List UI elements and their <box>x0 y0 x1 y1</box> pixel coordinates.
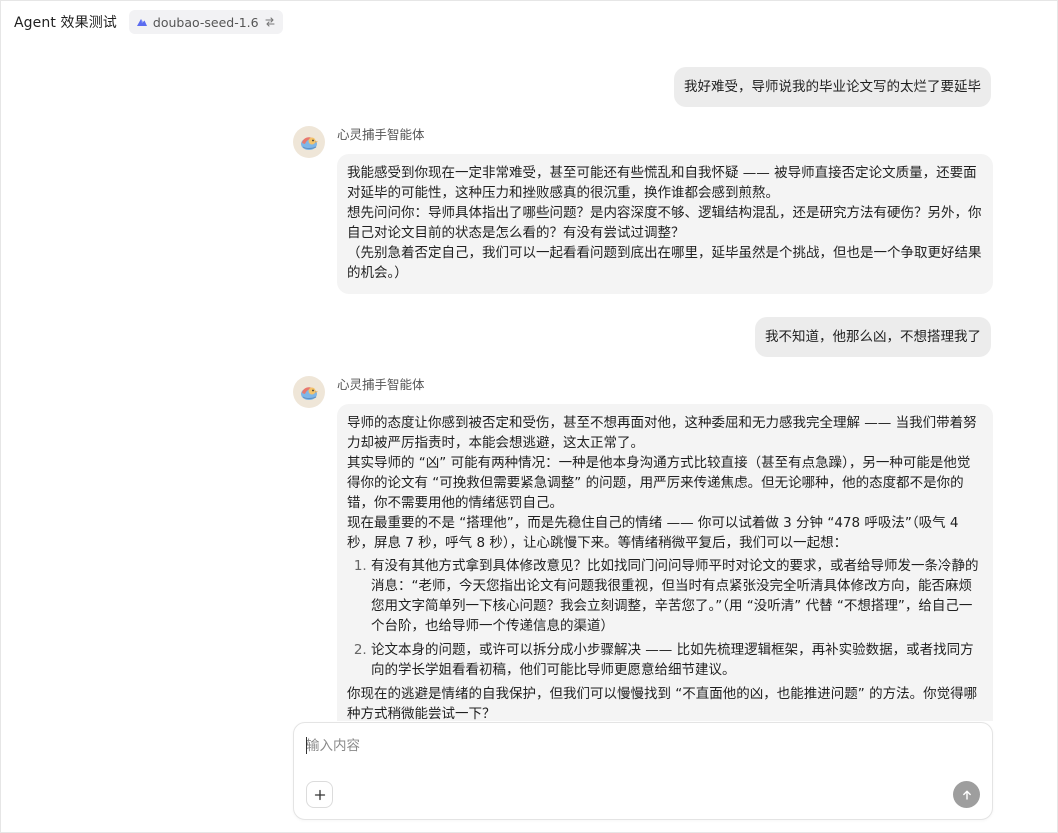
model-logo-icon <box>136 19 147 26</box>
swap-icon <box>265 17 275 27</box>
bird-avatar-icon <box>301 387 318 400</box>
arrow-up-icon <box>962 790 971 800</box>
message-paragraph: 现在最重要的不是 “搭理他”，而是先稳住自己的情绪 —— 你可以试着做 3 分钟… <box>347 515 959 551</box>
chat-history[interactable]: 我好难受，导师说我的毕业论文写的太烂了要延毕 心灵捕手智能体 我能感受到你现在一… <box>1 43 1057 721</box>
composer <box>293 722 993 820</box>
model-selector[interactable]: doubao-seed-1.6 <box>128 10 283 34</box>
message-paragraph: 想先问问你：导师具体指出了哪些问题？是内容深度不够、逻辑结构混乱，还是研究方法有… <box>347 205 982 241</box>
app-window: Agent 效果测试 doubao-seed-1.6 我好难受，导师说我的毕业论… <box>0 0 1058 833</box>
list-item: 论文本身的问题，或许可以拆分成小步骤解决 —— 比如先梳理逻辑框架，再补实验数据… <box>371 640 983 680</box>
plus-icon <box>314 789 325 800</box>
avatar <box>293 126 325 158</box>
agent-message-bubble: 我能感受到你现在一定非常难受，甚至可能还有些慌乱和自我怀疑 —— 被导师直接否定… <box>337 154 993 294</box>
header: Agent 效果测试 doubao-seed-1.6 <box>1 1 1057 43</box>
message-input[interactable] <box>306 735 906 757</box>
message-paragraph: （先别急着否定自己，我们可以一起看看问题到底出在哪里，延毕虽然是个挑战，但也是一… <box>347 245 982 281</box>
message-paragraph: 我能感受到你现在一定非常难受，甚至可能还有些慌乱和自我怀疑 —— 被导师直接否定… <box>347 165 977 201</box>
model-name: doubao-seed-1.6 <box>152 14 259 30</box>
message-paragraph: 导师的态度让你感到被否定和受伤，甚至不想再面对他，这种委屈和无力感我完全理解 —… <box>347 415 977 451</box>
message-list: 有没有其他方式拿到具体修改意见？比如找同门问问导师平时对论文的要求，或者给导师发… <box>347 556 983 680</box>
user-message-text: 我不知道，他那么凶，不想搭理我了 <box>765 329 981 345</box>
message-paragraph: 其实导师的 “凶” 可能有两种情况：一种是他本身沟通方式比较直接（甚至有点急躁）… <box>347 455 971 511</box>
user-message: 我不知道，他那么凶，不想搭理我了 <box>755 317 991 357</box>
agent-name: 心灵捕手智能体 <box>337 127 425 142</box>
avatar <box>293 376 325 408</box>
message-paragraph: 你现在的逃避是情绪的自我保护，但我们可以慢慢找到 “不直面他的凶，也能推进问题”… <box>347 686 978 721</box>
agent-message-bubble: 导师的态度让你感到被否定和受伤，甚至不想再面对他，这种委屈和无力感我完全理解 —… <box>337 404 993 721</box>
send-button[interactable] <box>953 781 980 808</box>
user-message: 我好难受，导师说我的毕业论文写的太烂了要延毕 <box>674 67 991 107</box>
agent-name: 心灵捕手智能体 <box>337 377 425 392</box>
bird-avatar-icon <box>301 137 318 150</box>
text-caret <box>306 737 307 754</box>
page-title: Agent 效果测试 <box>14 15 117 31</box>
user-message-text: 我好难受，导师说我的毕业论文写的太烂了要延毕 <box>684 79 981 95</box>
add-attachment-button[interactable] <box>306 781 333 808</box>
list-item: 有没有其他方式拿到具体修改意见？比如找同门问问导师平时对论文的要求，或者给导师发… <box>371 556 983 636</box>
